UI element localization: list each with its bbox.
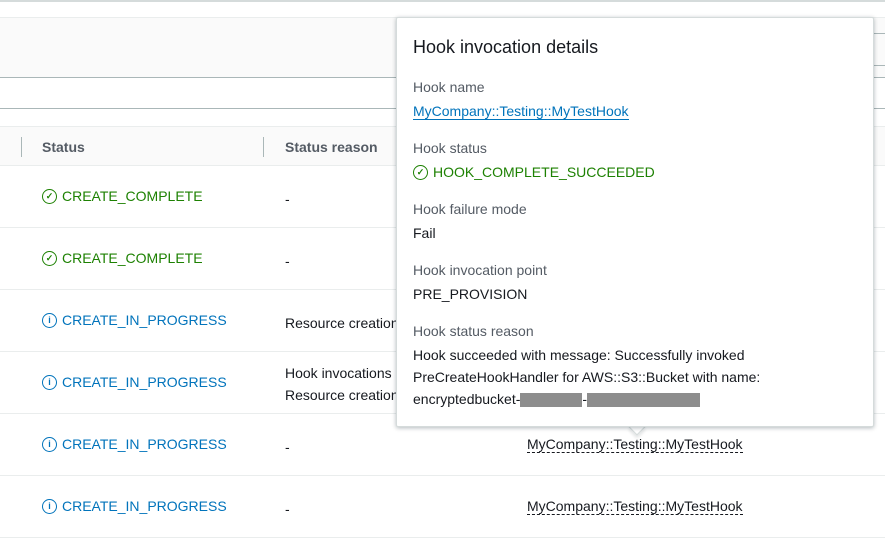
hook-name-link[interactable]: MyCompany::Testing::MyTestHook <box>413 103 629 120</box>
status-text: CREATE_IN_PROGRESS <box>62 498 227 514</box>
bucket-name-prefix: encryptedbucket- <box>413 391 521 407</box>
column-header-status-reason[interactable]: Status reason <box>285 139 378 155</box>
redacted-block <box>520 393 583 408</box>
column-resizer[interactable] <box>263 137 264 157</box>
status-reason-text: Resource creation <box>285 315 399 331</box>
status-cell: ✓ CREATE_COMPLETE <box>42 188 203 204</box>
status-reason-cell: Hook invocations Resource creation <box>285 362 399 406</box>
hook-name-trigger[interactable]: MyCompany::Testing::MyTestHook <box>527 436 743 453</box>
status-reason-text: Resource creation <box>285 387 399 403</box>
status-reason-message: Hook succeeded with message: Successfull… <box>413 344 857 410</box>
hook-status-text: HOOK_COMPLETE_SUCCEEDED <box>433 164 655 180</box>
status-cell: i CREATE_IN_PROGRESS <box>42 312 227 328</box>
hook-name-trigger[interactable]: MyCompany::Testing::MyTestHook <box>527 498 743 515</box>
table-row: i CREATE_IN_PROGRESS - MyCompany::Testing… <box>0 476 885 538</box>
column-header-status[interactable]: Status <box>42 139 85 155</box>
success-check-icon: ✓ <box>413 164 428 180</box>
hook-status-value: ✓ HOOK_COMPLETE_SUCCEEDED <box>413 164 857 180</box>
status-reason-text: Hook invocations <box>285 365 392 381</box>
status-reason-line: PreCreateHookHandler for AWS::S3::Bucket… <box>413 369 761 385</box>
column-resizer[interactable] <box>21 137 22 157</box>
status-text: CREATE_IN_PROGRESS <box>62 374 227 390</box>
invocation-point-value: PRE_PROVISION <box>413 286 528 302</box>
status-text: CREATE_COMPLETE <box>62 188 203 204</box>
success-check-icon: ✓ <box>42 250 57 266</box>
popover-title: Hook invocation details <box>413 37 599 57</box>
hook-invocation-popover: Hook invocation details Hook name MyComp… <box>396 17 874 427</box>
status-reason-text: - <box>285 501 290 517</box>
info-icon: i <box>42 498 57 514</box>
status-reason-text: - <box>285 253 290 269</box>
hook-status-label: Hook status <box>413 140 487 156</box>
status-reason-line: Hook succeeded with message: Successfull… <box>413 347 745 363</box>
status-reason-cell: - <box>285 250 290 272</box>
divider <box>874 65 885 66</box>
status-reason-cell: Resource creation <box>285 312 399 334</box>
info-icon: i <box>42 374 57 390</box>
status-cell: i CREATE_IN_PROGRESS <box>42 374 227 390</box>
status-reason-text: - <box>285 191 290 207</box>
status-reason-label: Hook status reason <box>413 323 534 339</box>
status-reason-cell: - <box>285 436 290 458</box>
redacted-block <box>587 393 701 408</box>
status-reason-text: - <box>285 439 290 455</box>
divider <box>874 33 885 34</box>
failure-mode-label: Hook failure mode <box>413 201 527 217</box>
success-check-icon: ✓ <box>42 188 57 204</box>
status-cell: ✓ CREATE_COMPLETE <box>42 250 203 266</box>
hook-name-label: Hook name <box>413 79 485 95</box>
status-cell: i CREATE_IN_PROGRESS <box>42 498 227 514</box>
info-icon: i <box>42 312 57 328</box>
top-divider <box>0 0 885 2</box>
failure-mode-value: Fail <box>413 225 436 241</box>
status-reason-cell: - <box>285 188 290 210</box>
info-icon: i <box>42 436 57 452</box>
status-cell: i CREATE_IN_PROGRESS <box>42 436 227 452</box>
status-reason-cell: - <box>285 498 290 520</box>
status-text: CREATE_COMPLETE <box>62 250 203 266</box>
status-text: CREATE_IN_PROGRESS <box>62 312 227 328</box>
invocation-point-label: Hook invocation point <box>413 262 547 278</box>
status-reason-line: encryptedbucket- - <box>413 388 857 410</box>
status-text: CREATE_IN_PROGRESS <box>62 436 227 452</box>
